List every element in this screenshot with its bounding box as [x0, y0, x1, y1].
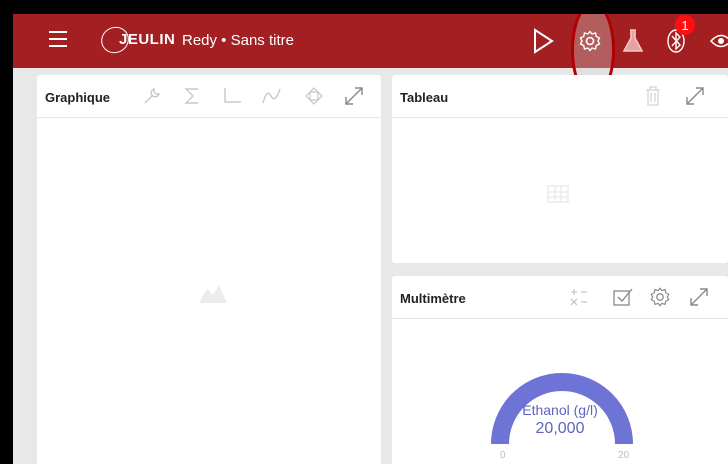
gauge-label: Ethanol (g/l) [522, 402, 598, 418]
graph-panel: Graphique [37, 75, 381, 464]
gear-icon[interactable] [647, 284, 673, 310]
table-panel-title: Tableau [400, 90, 449, 105]
app-window: JEULIN Redy • Sans titre 1 Graphique Tab… [13, 14, 728, 464]
multimeter-panel-header: Multimètre [392, 276, 728, 319]
operations-icon[interactable] [566, 284, 592, 310]
table-panel: Tableau [392, 75, 728, 263]
graph-panel-header: Graphique [37, 75, 381, 118]
checkbox-icon[interactable] [610, 284, 636, 310]
move-icon[interactable] [301, 83, 327, 109]
expand-icon[interactable] [341, 83, 367, 109]
notification-badge: 1 [675, 15, 695, 35]
table-placeholder-icon [547, 185, 569, 208]
graph-panel-title: Graphique [45, 90, 111, 105]
expand-icon[interactable] [682, 83, 708, 109]
gear-icon[interactable] [575, 26, 605, 56]
gauge-min: 0 [500, 450, 506, 461]
gauge-max: 20 [618, 450, 630, 461]
sigma-icon[interactable] [179, 83, 205, 109]
trash-icon[interactable] [640, 83, 666, 109]
eye-icon[interactable] [706, 26, 728, 56]
menu-icon[interactable] [49, 31, 67, 47]
gauge-value: 20,000 [535, 420, 585, 437]
curve-icon[interactable] [259, 83, 285, 109]
play-icon[interactable] [528, 26, 558, 56]
expand-icon[interactable] [686, 284, 712, 310]
multimeter-panel: Multimètre Ethanol (g/l) 20,000 0 20 [392, 276, 728, 464]
multimeter-panel-title: Multimètre [400, 291, 466, 306]
wrench-icon[interactable] [139, 83, 165, 109]
flask-icon[interactable] [618, 26, 648, 56]
axes-icon[interactable] [219, 83, 245, 109]
chart-placeholder-icon [197, 279, 229, 310]
logo-text: JEULIN [119, 31, 176, 48]
table-panel-header: Tableau [392, 75, 728, 118]
app-title: Redy • Sans titre [182, 32, 294, 49]
top-app-bar: JEULIN Redy • Sans titre 1 [13, 14, 728, 98]
